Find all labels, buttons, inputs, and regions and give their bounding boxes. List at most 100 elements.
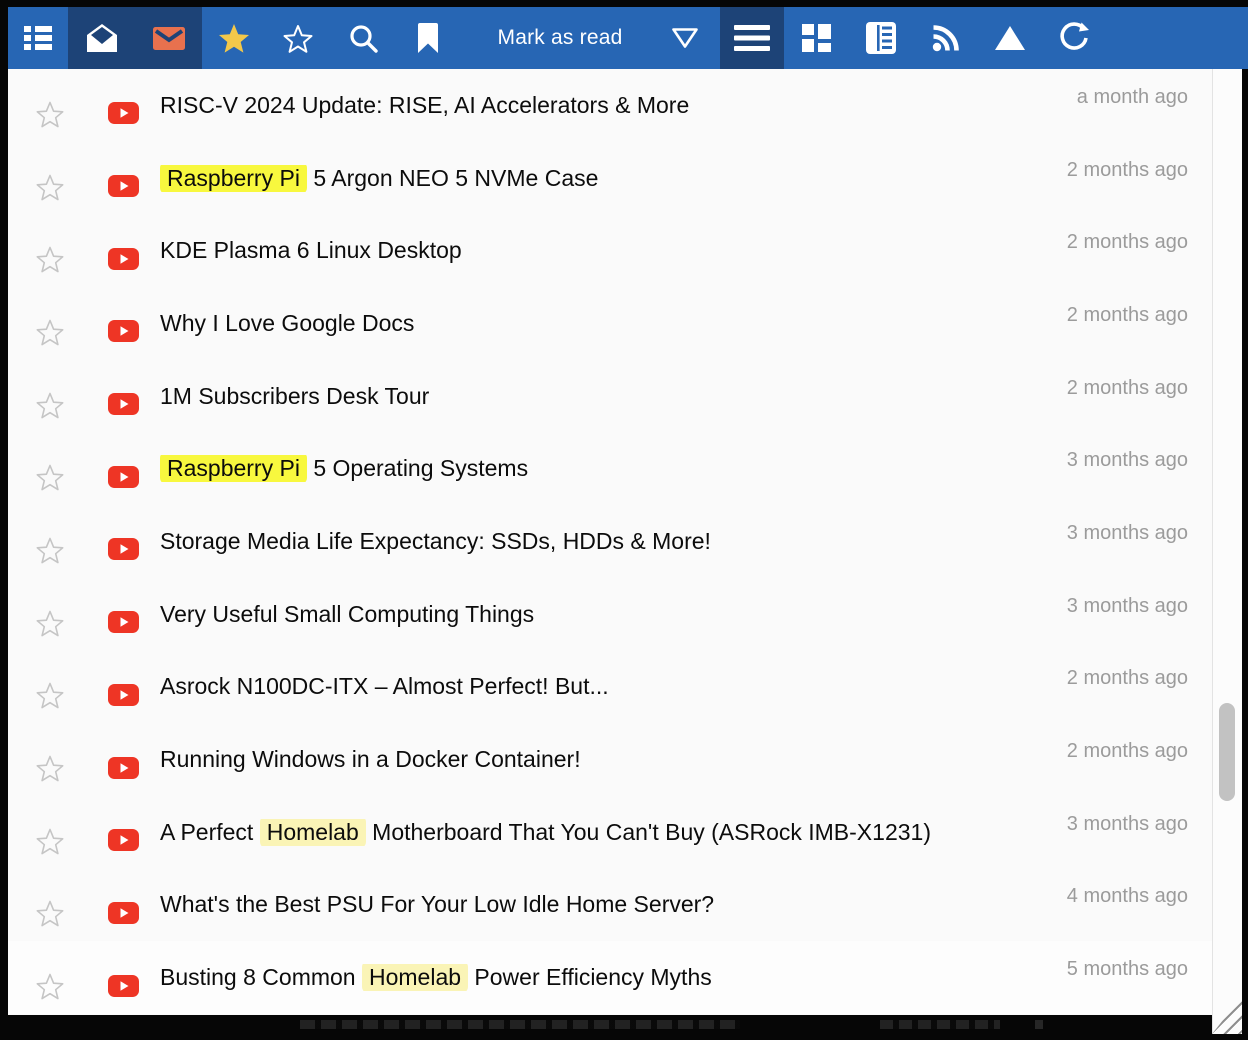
star-toggle[interactable] — [36, 464, 70, 491]
open-envelope-button[interactable] — [68, 7, 135, 69]
dashboard-grid-icon — [800, 22, 832, 54]
title-text: Busting 8 Common — [160, 964, 362, 990]
item-title[interactable]: RISC-V 2024 Update: RISE, AI Accelerator… — [160, 92, 1077, 119]
star-toggle[interactable] — [36, 828, 70, 855]
item-age: 2 months ago — [1067, 740, 1188, 763]
title-text: A Perfect — [160, 819, 260, 845]
read-state-toggle-group — [68, 7, 202, 69]
youtube-feed-icon — [108, 684, 139, 706]
title-text: Why I Love Google Docs — [160, 310, 414, 336]
article-view-icon — [866, 22, 896, 54]
highlighted-term: Raspberry Pi — [160, 165, 307, 192]
star-toggle[interactable] — [36, 973, 70, 1000]
bookmark-button[interactable] — [396, 7, 460, 69]
item-age: 3 months ago — [1067, 813, 1188, 836]
up-triangle-button[interactable] — [978, 7, 1042, 69]
list-item[interactable]: RISC-V 2024 Update: RISE, AI Accelerator… — [8, 69, 1242, 142]
grid-view-button[interactable] — [784, 7, 848, 69]
refresh-button[interactable] — [1042, 7, 1106, 69]
list-item[interactable]: Why I Love Google Docs 2 months ago — [8, 287, 1242, 360]
item-age: 2 months ago — [1067, 667, 1188, 690]
list-item[interactable]: What's the Best PSU For Your Low Idle Ho… — [8, 869, 1242, 942]
title-text: Running Windows in a Docker Container! — [160, 746, 581, 772]
list-item[interactable]: Storage Media Life Expectancy: SSDs, HDD… — [8, 505, 1242, 578]
up-triangle-icon — [994, 25, 1026, 51]
highlighted-term: Homelab — [362, 964, 468, 991]
youtube-feed-icon — [108, 466, 139, 488]
article-list: RISC-V 2024 Update: RISE, AI Accelerator… — [8, 69, 1242, 1015]
title-text: 1M Subscribers Desk Tour — [160, 383, 429, 409]
star-outline-icon — [283, 24, 313, 53]
star-toggle[interactable] — [36, 101, 70, 128]
list-item[interactable]: Very Useful Small Computing Things 3 mon… — [8, 578, 1242, 651]
rss-icon — [931, 23, 961, 53]
refresh-icon — [1058, 22, 1090, 54]
title-text: What's the Best PSU For Your Low Idle Ho… — [160, 891, 714, 917]
item-title[interactable]: What's the Best PSU For Your Low Idle Ho… — [160, 891, 1067, 918]
item-age: 2 months ago — [1067, 304, 1188, 327]
star-toggle[interactable] — [36, 682, 70, 709]
orange-envelope-icon — [153, 27, 185, 50]
star-toggle[interactable] — [36, 610, 70, 637]
title-text: KDE Plasma 6 Linux Desktop — [160, 237, 462, 263]
scrollbar-track[interactable] — [1212, 69, 1242, 1034]
dropdown-triangle-icon — [671, 27, 699, 49]
rss-button[interactable] — [914, 7, 978, 69]
mark-as-read-dropdown[interactable] — [660, 7, 710, 69]
article-view-button[interactable] — [848, 7, 914, 69]
menu-button[interactable] — [720, 7, 784, 69]
item-age: 2 months ago — [1067, 159, 1188, 182]
item-title[interactable]: Raspberry Pi 5 Operating Systems — [160, 455, 1067, 482]
list-item[interactable]: Busting 8 Common Homelab Power Efficienc… — [8, 941, 1242, 1014]
title-text: Asrock N100DC-ITX – Almost Perfect! But.… — [160, 673, 609, 699]
item-title[interactable]: Storage Media Life Expectancy: SSDs, HDD… — [160, 528, 1067, 555]
list-item[interactable]: Asrock N100DC-ITX – Almost Perfect! But.… — [8, 651, 1242, 724]
youtube-feed-icon — [108, 248, 139, 270]
list-item[interactable]: 1M Subscribers Desk Tour 2 months ago — [8, 360, 1242, 433]
item-title[interactable]: Asrock N100DC-ITX – Almost Perfect! But.… — [160, 673, 1067, 700]
item-age: 3 months ago — [1067, 449, 1188, 472]
list-item[interactable]: Running Windows in a Docker Container! 2… — [8, 723, 1242, 796]
scrollbar-thumb[interactable] — [1219, 703, 1235, 801]
item-title[interactable]: Busting 8 Common Homelab Power Efficienc… — [160, 964, 1067, 991]
item-title[interactable]: 1M Subscribers Desk Tour — [160, 383, 1067, 410]
open-envelope-icon — [85, 23, 119, 53]
star-toggle[interactable] — [36, 900, 70, 927]
item-title[interactable]: Raspberry Pi 5 Argon NEO 5 NVMe Case — [160, 165, 1067, 192]
search-button[interactable] — [330, 7, 396, 69]
item-title[interactable]: Why I Love Google Docs — [160, 310, 1067, 337]
list-view-icon — [24, 26, 52, 50]
list-item[interactable]: Raspberry Pi 5 Argon NEO 5 NVMe Case 2 m… — [8, 142, 1242, 215]
starred-filter-button[interactable] — [202, 7, 266, 69]
bookmark-icon — [417, 23, 439, 53]
item-age: 2 months ago — [1067, 377, 1188, 400]
list-item[interactable]: A Perfect Homelab Motherboard That You C… — [8, 796, 1242, 869]
list-item[interactable]: KDE Plasma 6 Linux Desktop 2 months ago — [8, 214, 1242, 287]
mark-as-read-button[interactable]: Mark as read — [460, 7, 660, 69]
highlighted-term: Raspberry Pi — [160, 455, 307, 482]
item-title[interactable]: Very Useful Small Computing Things — [160, 601, 1067, 628]
star-toggle[interactable] — [36, 319, 70, 346]
item-title[interactable]: A Perfect Homelab Motherboard That You C… — [160, 819, 1067, 846]
item-title[interactable]: KDE Plasma 6 Linux Desktop — [160, 237, 1067, 264]
search-icon — [348, 23, 378, 53]
clipped-row-fragment — [300, 1020, 740, 1029]
item-title[interactable]: Running Windows in a Docker Container! — [160, 746, 1067, 773]
app-window: Mark as read — [0, 0, 1248, 1040]
youtube-feed-icon — [108, 902, 139, 924]
unread-envelope-button[interactable] — [135, 7, 202, 69]
list-view-button[interactable] — [8, 7, 68, 69]
list-item[interactable]: Raspberry Pi 5 Operating Systems 3 month… — [8, 432, 1242, 505]
item-age: 5 months ago — [1067, 958, 1188, 981]
clipped-row-fragment — [880, 1020, 1000, 1029]
title-text: Very Useful Small Computing Things — [160, 601, 534, 627]
star-toggle[interactable] — [36, 537, 70, 564]
hamburger-icon — [734, 25, 770, 51]
star-toggle[interactable] — [36, 755, 70, 782]
star-toggle[interactable] — [36, 246, 70, 273]
star-item-button[interactable] — [266, 7, 330, 69]
youtube-feed-icon — [108, 538, 139, 560]
youtube-feed-icon — [108, 175, 139, 197]
star-toggle[interactable] — [36, 392, 70, 419]
star-toggle[interactable] — [36, 174, 70, 201]
